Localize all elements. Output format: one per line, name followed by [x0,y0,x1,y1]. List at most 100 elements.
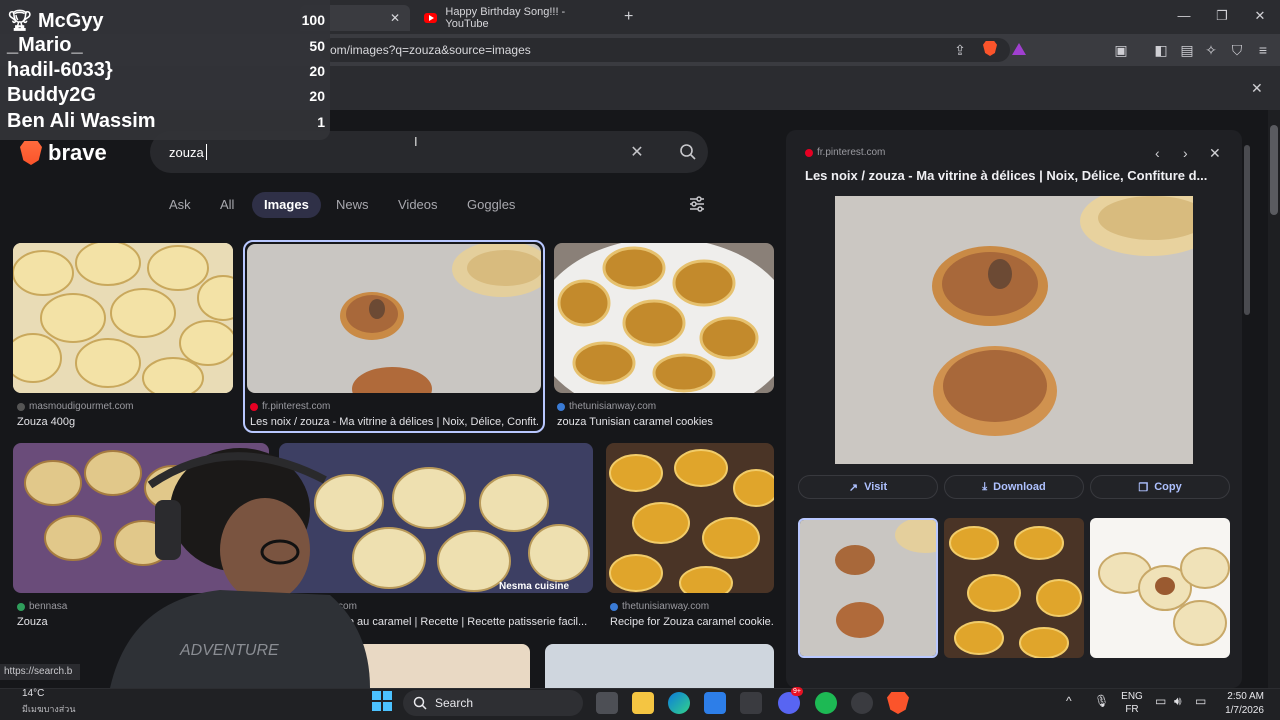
trophy-icon: 🏆︎ [7,10,38,32]
result-source[interactable]: masmoudigourmet.com [17,401,133,412]
download-button[interactable]: ⤓ Download [944,475,1084,499]
windows-start-icon[interactable] [372,691,392,711]
lang-primary: ENG [1121,691,1143,702]
date: 1/7/2026 [1225,705,1264,716]
zouza-caramel-photo [247,244,541,393]
result-image-6[interactable] [606,443,774,593]
filter-settings-icon[interactable] [688,195,706,213]
store-icon[interactable] [704,692,726,714]
time: 2:50 AM [1227,691,1264,702]
weather-widget[interactable]: 14°C มีเมฆบางส่วน [22,688,75,716]
player-name: Buddy2G [7,84,96,106]
temperature: 14°C [22,688,45,699]
tab-images[interactable]: Images [252,192,321,218]
task-view-icon[interactable] [596,692,618,714]
clock[interactable]: 2:50 AM 1/7/2026 [1216,690,1264,718]
related-image-3[interactable] [1090,518,1230,658]
result-image-3[interactable] [554,243,774,393]
result-source[interactable]: bennasa [17,601,67,612]
tab-news[interactable]: News [324,192,381,218]
result-caption[interactable]: Les noix / zouza - Ma vitrine à délices … [250,416,538,428]
brave-shields-icon[interactable] [981,41,999,59]
leaderboard-row: hadil-6033} 20 [7,59,325,82]
obs-icon[interactable] [851,692,873,714]
cookies-plate-photo [554,243,774,393]
share-icon[interactable]: ⇪ [951,41,969,59]
result-source[interactable]: thetunisianway.com [610,601,709,612]
tab-youtube[interactable]: Happy Birthday Song!!! - YouTube [414,5,614,31]
close-info-bar-icon[interactable]: ✕ [1251,80,1263,97]
result-image-8[interactable] [545,644,774,688]
sidebar-icon[interactable]: ◧ [1152,41,1170,59]
next-image-icon[interactable]: › [1183,145,1188,161]
download-label: Download [993,481,1046,493]
result-image-1[interactable] [13,243,233,393]
preview-title[interactable]: Les noix / zouza - Ma vitrine à délices … [805,168,1230,183]
wallet-icon[interactable]: ▤ [1178,41,1196,59]
brave-logo[interactable]: brave [20,140,107,166]
edge-icon[interactable] [668,692,690,714]
tab-videos[interactable]: Videos [386,192,450,218]
site-icon [557,402,565,411]
visit-label: Visit [864,481,888,493]
reader-mode-icon[interactable]: ▣ [1112,41,1130,59]
search-query: zouza [169,145,204,160]
network-icon[interactable]: ▭ [1155,694,1166,708]
close-preview-icon[interactable]: ✕ [1209,145,1221,162]
related-image-2[interactable] [944,518,1084,658]
result-caption[interactable]: Zouza [17,616,67,628]
result-caption[interactable]: Zouza 400g [17,416,232,428]
menu-icon[interactable]: ≡ [1254,41,1272,59]
clear-search-icon[interactable]: ✕ [628,142,646,162]
vpn-icon[interactable]: ⛉ [1228,41,1246,59]
source-text: bennasa [29,601,68,612]
file-explorer-icon[interactable] [632,692,654,714]
result-source[interactable]: thetunisianway.com [557,401,656,412]
caramel-cookies-photo [944,518,1084,658]
related-image-1[interactable] [798,518,938,658]
leo-ai-icon[interactable]: ✧ [1202,41,1220,59]
preview-image[interactable] [835,186,1220,464]
copy-label: Copy [1154,481,1182,493]
preview-source[interactable]: fr.pinterest.com [805,147,885,158]
copy-button[interactable]: ❐ Copy [1090,475,1230,499]
minimize-button[interactable]: — [1174,8,1194,26]
player-name: McGyy [37,10,104,32]
shirt-print: ADVENTURE [179,642,279,659]
tray-chevron-icon[interactable]: ^ [1066,694,1072,708]
close-tab-icon[interactable]: ✕ [390,11,400,25]
zouza-caramel-photo [835,186,1220,464]
language-indicator[interactable]: ENG FR [1118,690,1146,716]
prev-image-icon[interactable]: ‹ [1155,145,1160,161]
microphone-icon[interactable]: 🎙︎ [1094,694,1109,708]
discord-badge: 9+ [791,687,803,696]
panel-scrollbar[interactable] [1244,145,1250,315]
brave-rewards-icon[interactable] [1010,41,1028,59]
tab-ask[interactable]: Ask [157,192,203,218]
spotify-icon[interactable] [815,692,837,714]
player-score: 20 [309,88,325,104]
status-url: https://search.b [0,664,80,680]
player-name: Ben Ali Wassim [7,110,156,132]
volume-icon[interactable]: 🔊︎ [1174,694,1182,709]
visit-button[interactable]: ↗ Visit [798,475,938,499]
search-icon[interactable] [678,142,698,162]
result-caption[interactable]: zouza Tunisian caramel cookies [557,416,772,428]
player-score: 50 [309,38,325,54]
result-image-2[interactable] [247,244,541,393]
battery-icon[interactable]: ▭ [1195,694,1206,708]
maximize-button[interactable]: ❐ [1212,8,1232,26]
taskbar-search[interactable]: Search [403,690,583,716]
close-window-button[interactable]: ✕ [1250,8,1270,26]
result-source[interactable]: fr.pinterest.com [250,401,330,412]
new-tab-button[interactable]: + [624,8,633,26]
app-icon[interactable] [740,692,762,714]
tab-goggles[interactable]: Goggles [455,192,527,218]
cookies-photo [1090,518,1230,658]
external-link-icon: ↗ [848,481,859,494]
player-score: 20 [309,63,325,79]
result-caption[interactable]: Recipe for Zouza caramel cookie... [610,616,774,628]
leaderboard-row: Ben Ali Wassim 1 [7,110,325,133]
page-scrollbar-thumb[interactable] [1270,125,1278,215]
tab-all[interactable]: All [208,192,246,218]
